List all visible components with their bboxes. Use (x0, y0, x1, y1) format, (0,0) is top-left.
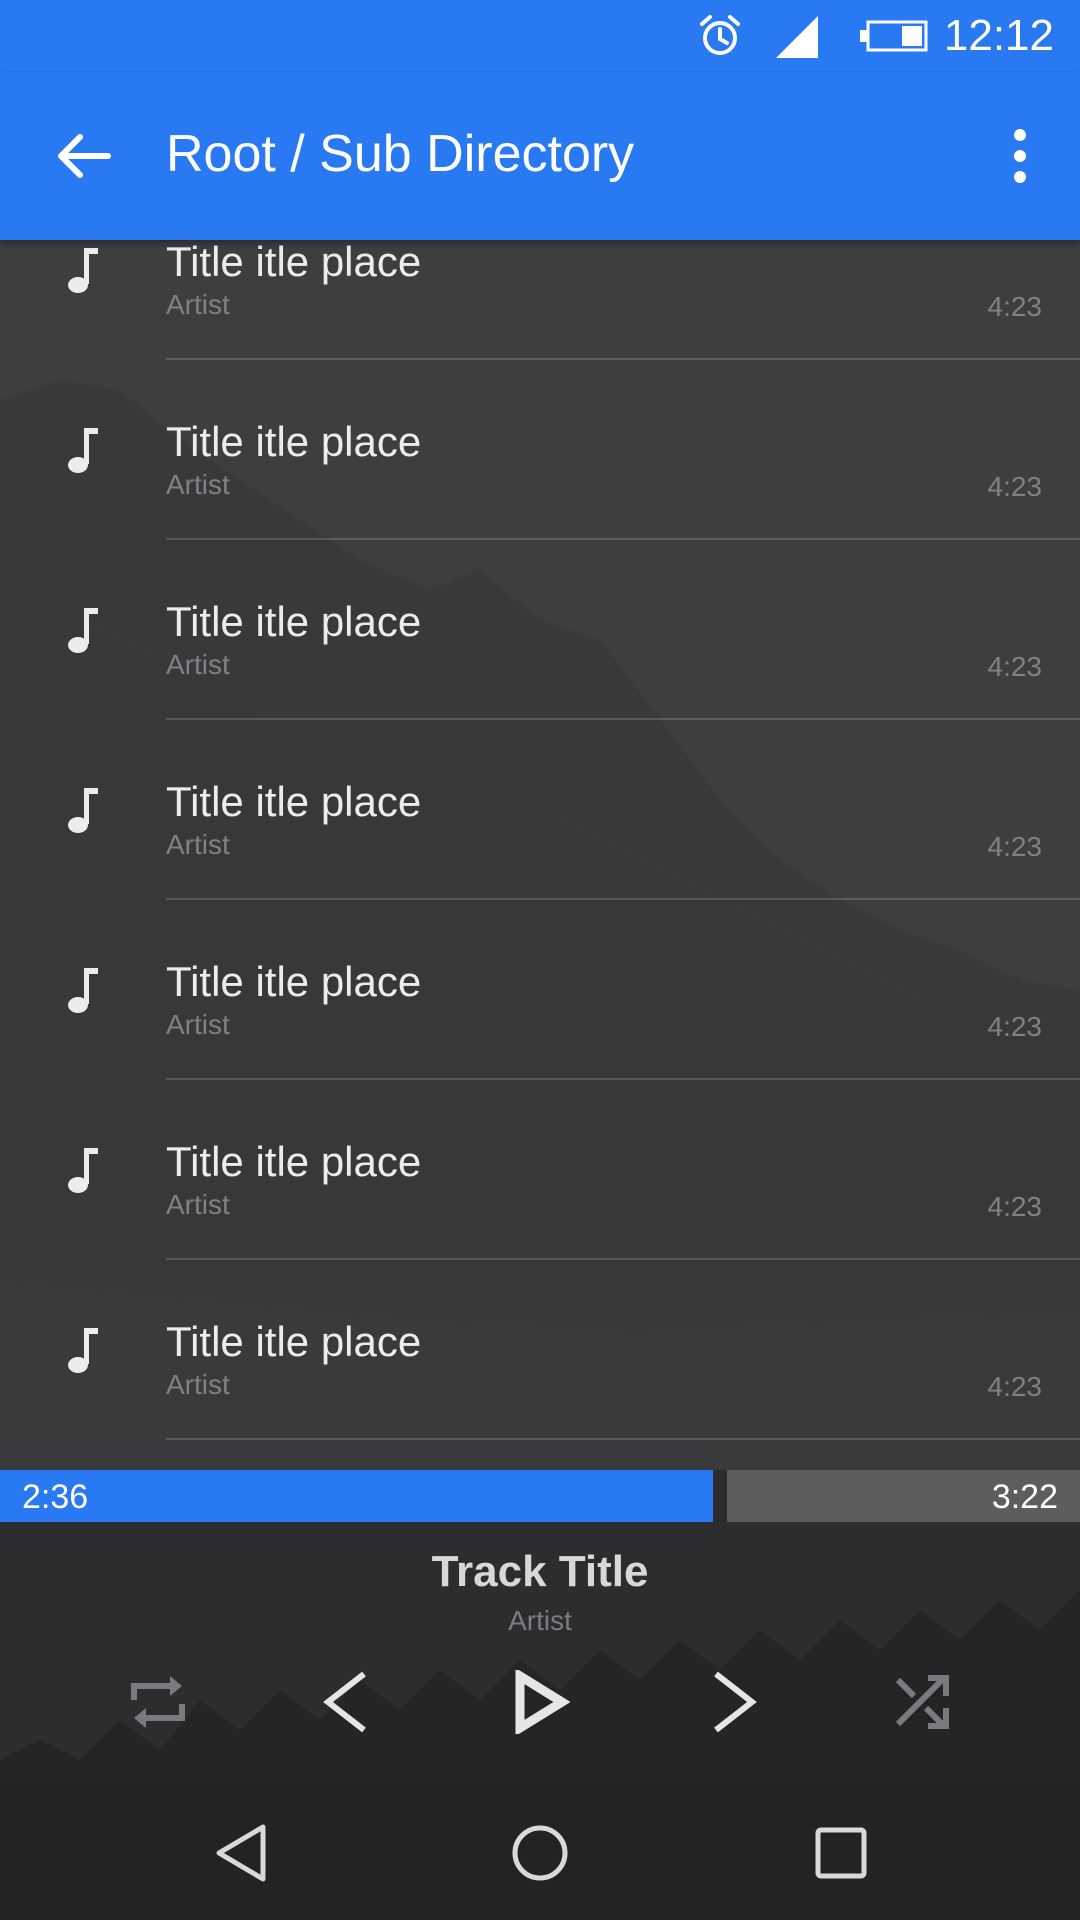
track-duration: 4:23 (987, 651, 1043, 682)
track-row[interactable]: Title itle place Artist 4:23 (0, 360, 1080, 540)
row-divider (166, 1438, 1080, 1440)
track-artist: Artist (166, 1189, 230, 1220)
elapsed-time: 2:36 (22, 1478, 89, 1516)
seek-bar[interactable]: 2:36 3:22 (0, 1470, 1080, 1522)
next-icon (714, 1671, 757, 1733)
overflow-menu-button[interactable] (984, 108, 1056, 204)
next-button[interactable] (684, 1652, 784, 1752)
nav-back-button[interactable] (186, 1798, 296, 1908)
shuffle-button[interactable] (872, 1652, 972, 1752)
play-button[interactable] (490, 1652, 590, 1752)
track-list[interactable]: Title itle place Artist 4:23 Title itle … (0, 240, 1080, 1470)
music-note-icon (68, 1328, 98, 1373)
previous-button[interactable] (296, 1652, 396, 1752)
nav-recents-button[interactable] (786, 1798, 896, 1908)
previous-icon (323, 1671, 366, 1733)
status-time: 12:12 (943, 11, 1054, 60)
track-duration: 4:23 (987, 1371, 1043, 1402)
track-artist: Artist (166, 829, 230, 860)
track-title: Title itle place (166, 1318, 422, 1365)
track-title: Title itle place (166, 958, 422, 1005)
track-row[interactable]: Title itle place Artist 4:23 (0, 900, 1080, 1080)
seek-bar-thumb[interactable] (713, 1470, 727, 1522)
track-row[interactable]: Title itle place Artist 4:23 (0, 240, 1080, 360)
shuffle-icon (895, 1675, 949, 1729)
track-duration: 4:23 (987, 1191, 1043, 1222)
track-duration: 4:23 (987, 831, 1043, 862)
music-note-icon (68, 968, 98, 1013)
track-title: Title itle place (166, 598, 422, 645)
track-title: Title itle place (166, 418, 422, 465)
alarm-clock-icon (700, 15, 740, 55)
page-title: Root / Sub Directory (166, 125, 635, 183)
repeat-button[interactable] (108, 1652, 208, 1752)
arrow-left-icon (58, 134, 111, 178)
track-artist: Artist (166, 289, 230, 320)
nav-home-icon (512, 1825, 568, 1881)
nav-back-icon (216, 1824, 266, 1882)
music-note-icon (68, 428, 98, 473)
track-title: Title itle place (166, 1138, 422, 1185)
track-duration: 4:23 (987, 1011, 1043, 1042)
more-vertical-icon (1014, 129, 1026, 183)
status-bar: 12:12 (0, 0, 1080, 72)
music-note-icon (68, 788, 98, 833)
track-title: Title itle place (166, 240, 422, 285)
track-row[interactable]: Title itle place Artist 4:23 (0, 1080, 1080, 1260)
player-panel: Track Title Artist (0, 1522, 1080, 1782)
track-row[interactable]: Title itle place Artist 4:23 (0, 1260, 1080, 1440)
track-row[interactable]: Title itle place Artist 4:23 (0, 540, 1080, 720)
total-time: 3:22 (991, 1478, 1058, 1516)
track-artist: Artist (166, 469, 230, 500)
app-bar: Root / Sub Directory (0, 72, 1080, 240)
track-artist: Artist (166, 649, 230, 680)
cell-signal-icon (776, 16, 818, 58)
track-list-content: Title itle place Artist 4:23 Title itle … (0, 240, 1080, 1440)
nav-home-button[interactable] (485, 1798, 595, 1908)
system-nav-bar (0, 1782, 1080, 1920)
seek-bar-fill (0, 1470, 713, 1522)
track-artist: Artist (166, 1369, 230, 1400)
track-duration: 4:23 (987, 471, 1043, 502)
track-row[interactable]: Title itle place Artist 4:23 (0, 720, 1080, 900)
repeat-icon (131, 1676, 185, 1728)
now-playing-title: Track Title (431, 1547, 649, 1596)
play-icon (515, 1670, 570, 1734)
music-note-icon (68, 248, 98, 293)
battery-icon (860, 20, 928, 52)
nav-recents-icon (815, 1827, 867, 1879)
track-artist: Artist (166, 1009, 230, 1040)
track-title: Title itle place (166, 778, 422, 825)
music-note-icon (68, 608, 98, 653)
track-duration: 4:23 (987, 291, 1043, 322)
back-button[interactable] (36, 108, 132, 204)
music-note-icon (68, 1148, 98, 1193)
now-playing-artist: Artist (508, 1605, 572, 1636)
